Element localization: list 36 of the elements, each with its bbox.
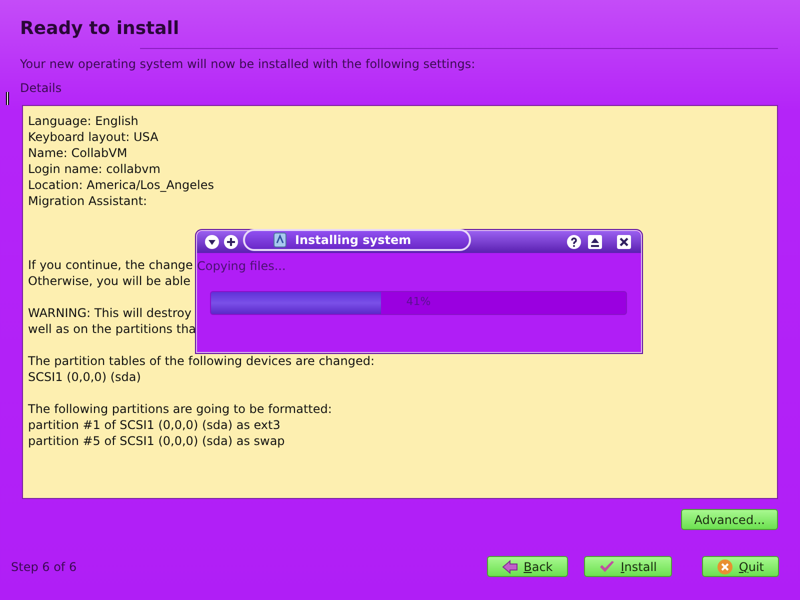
checkmark-icon (598, 560, 615, 574)
details-line: Name: CollabVM (28, 146, 128, 160)
menu-icon[interactable] (205, 235, 219, 249)
close-icon (716, 558, 733, 574)
back-button[interactable]: Back (486, 556, 568, 577)
details-line: well as on the partitions tha (28, 322, 196, 336)
details-line: SCSI1 (0,0,0) (sda) (28, 370, 141, 384)
progress-reading: 41% (405, 295, 432, 308)
text-cursor-icon (6, 92, 9, 105)
close-icon[interactable] (617, 235, 631, 249)
advanced-button[interactable]: Advanced... (681, 509, 778, 530)
details-line: Keyboard layout: USA (28, 130, 158, 144)
page-title: Ready to install (20, 18, 180, 41)
details-line: If you continue, the change (28, 258, 193, 272)
dialog-title: Installing system (295, 233, 412, 247)
details-line: The following partitions are going to be formatted: (28, 402, 332, 416)
details-line: partition #1 of SCSI1 (0,0,0) (sda) as ext3 (28, 418, 280, 432)
pin-icon[interactable] (224, 235, 238, 249)
install-button[interactable]: Install (584, 556, 672, 577)
help-icon[interactable] (567, 235, 581, 249)
details-label: Details (20, 81, 63, 95)
details-line: WARNING: This will destroy (28, 306, 192, 320)
subtitle: Your new operating system will now be installed with the following settings: (20, 57, 476, 71)
step-indicator: Step 6 of 6 (11, 560, 77, 574)
details-line: Migration Assistant: (28, 194, 148, 208)
shade-icon[interactable] (588, 235, 602, 249)
details-line: Language: English (28, 114, 138, 128)
details-line: Location: America/Los_Angeles (28, 178, 214, 192)
details-line: The partition tables of the following devices are changed: (28, 354, 375, 368)
details-line: Otherwise, you will be able (28, 274, 190, 288)
details-line: Login name: collabvm (28, 162, 160, 176)
details-line: partition #5 of SCSI1 (0,0,0) (sda) as swap (28, 434, 285, 448)
back-arrow-icon (502, 560, 518, 574)
installer-icon (273, 232, 287, 248)
status-message: Copying files... (197, 259, 286, 273)
quit-button[interactable]: Quit (702, 556, 779, 577)
